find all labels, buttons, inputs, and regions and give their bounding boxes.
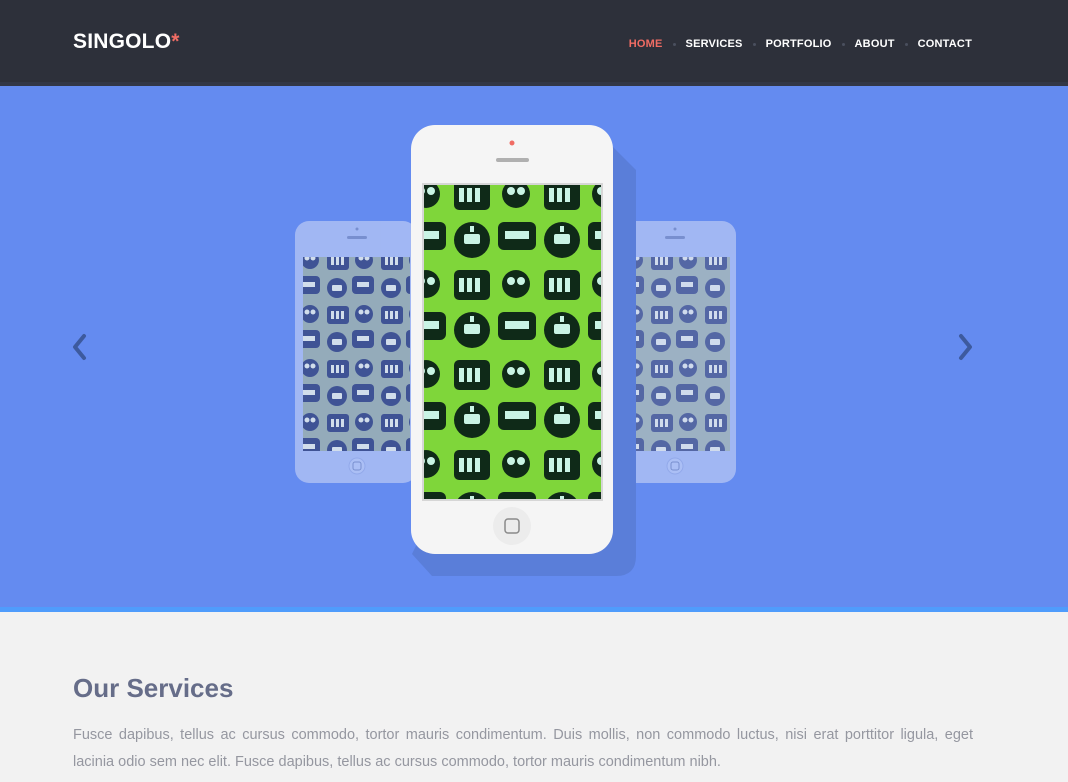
nav-item-services[interactable]: SERVICES — [686, 38, 743, 50]
logo-star: * — [171, 30, 180, 53]
main-nav: HOME SERVICES PORTFOLIO ABOUT CONTACT — [629, 38, 972, 50]
nav-separator — [752, 42, 756, 46]
logo-text: SINGOLO — [73, 30, 172, 53]
services-title: Our Services — [73, 673, 234, 703]
services-description: Fusce dapibus, tellus ac cursus commodo,… — [73, 727, 973, 770]
nav-item-contact[interactable]: CONTACT — [918, 38, 972, 50]
phone-center — [411, 125, 613, 554]
logo[interactable]: SINGOLO* — [73, 30, 180, 54]
nav-separator — [672, 42, 676, 46]
nav-separator — [904, 42, 908, 46]
hero-slider — [0, 86, 1068, 612]
nav-item-about[interactable]: ABOUT — [855, 38, 895, 50]
services-section: Our Services Fusce dapibus, tellus ac cu… — [0, 617, 1068, 782]
site-header: SINGOLO* HOME SERVICES PORTFOLIO ABOUT C… — [0, 0, 1068, 86]
nav-item-home[interactable]: HOME — [629, 38, 663, 50]
nav-item-portfolio[interactable]: PORTFOLIO — [766, 38, 832, 50]
phones-illustration — [295, 125, 736, 576]
nav-separator — [841, 42, 845, 46]
